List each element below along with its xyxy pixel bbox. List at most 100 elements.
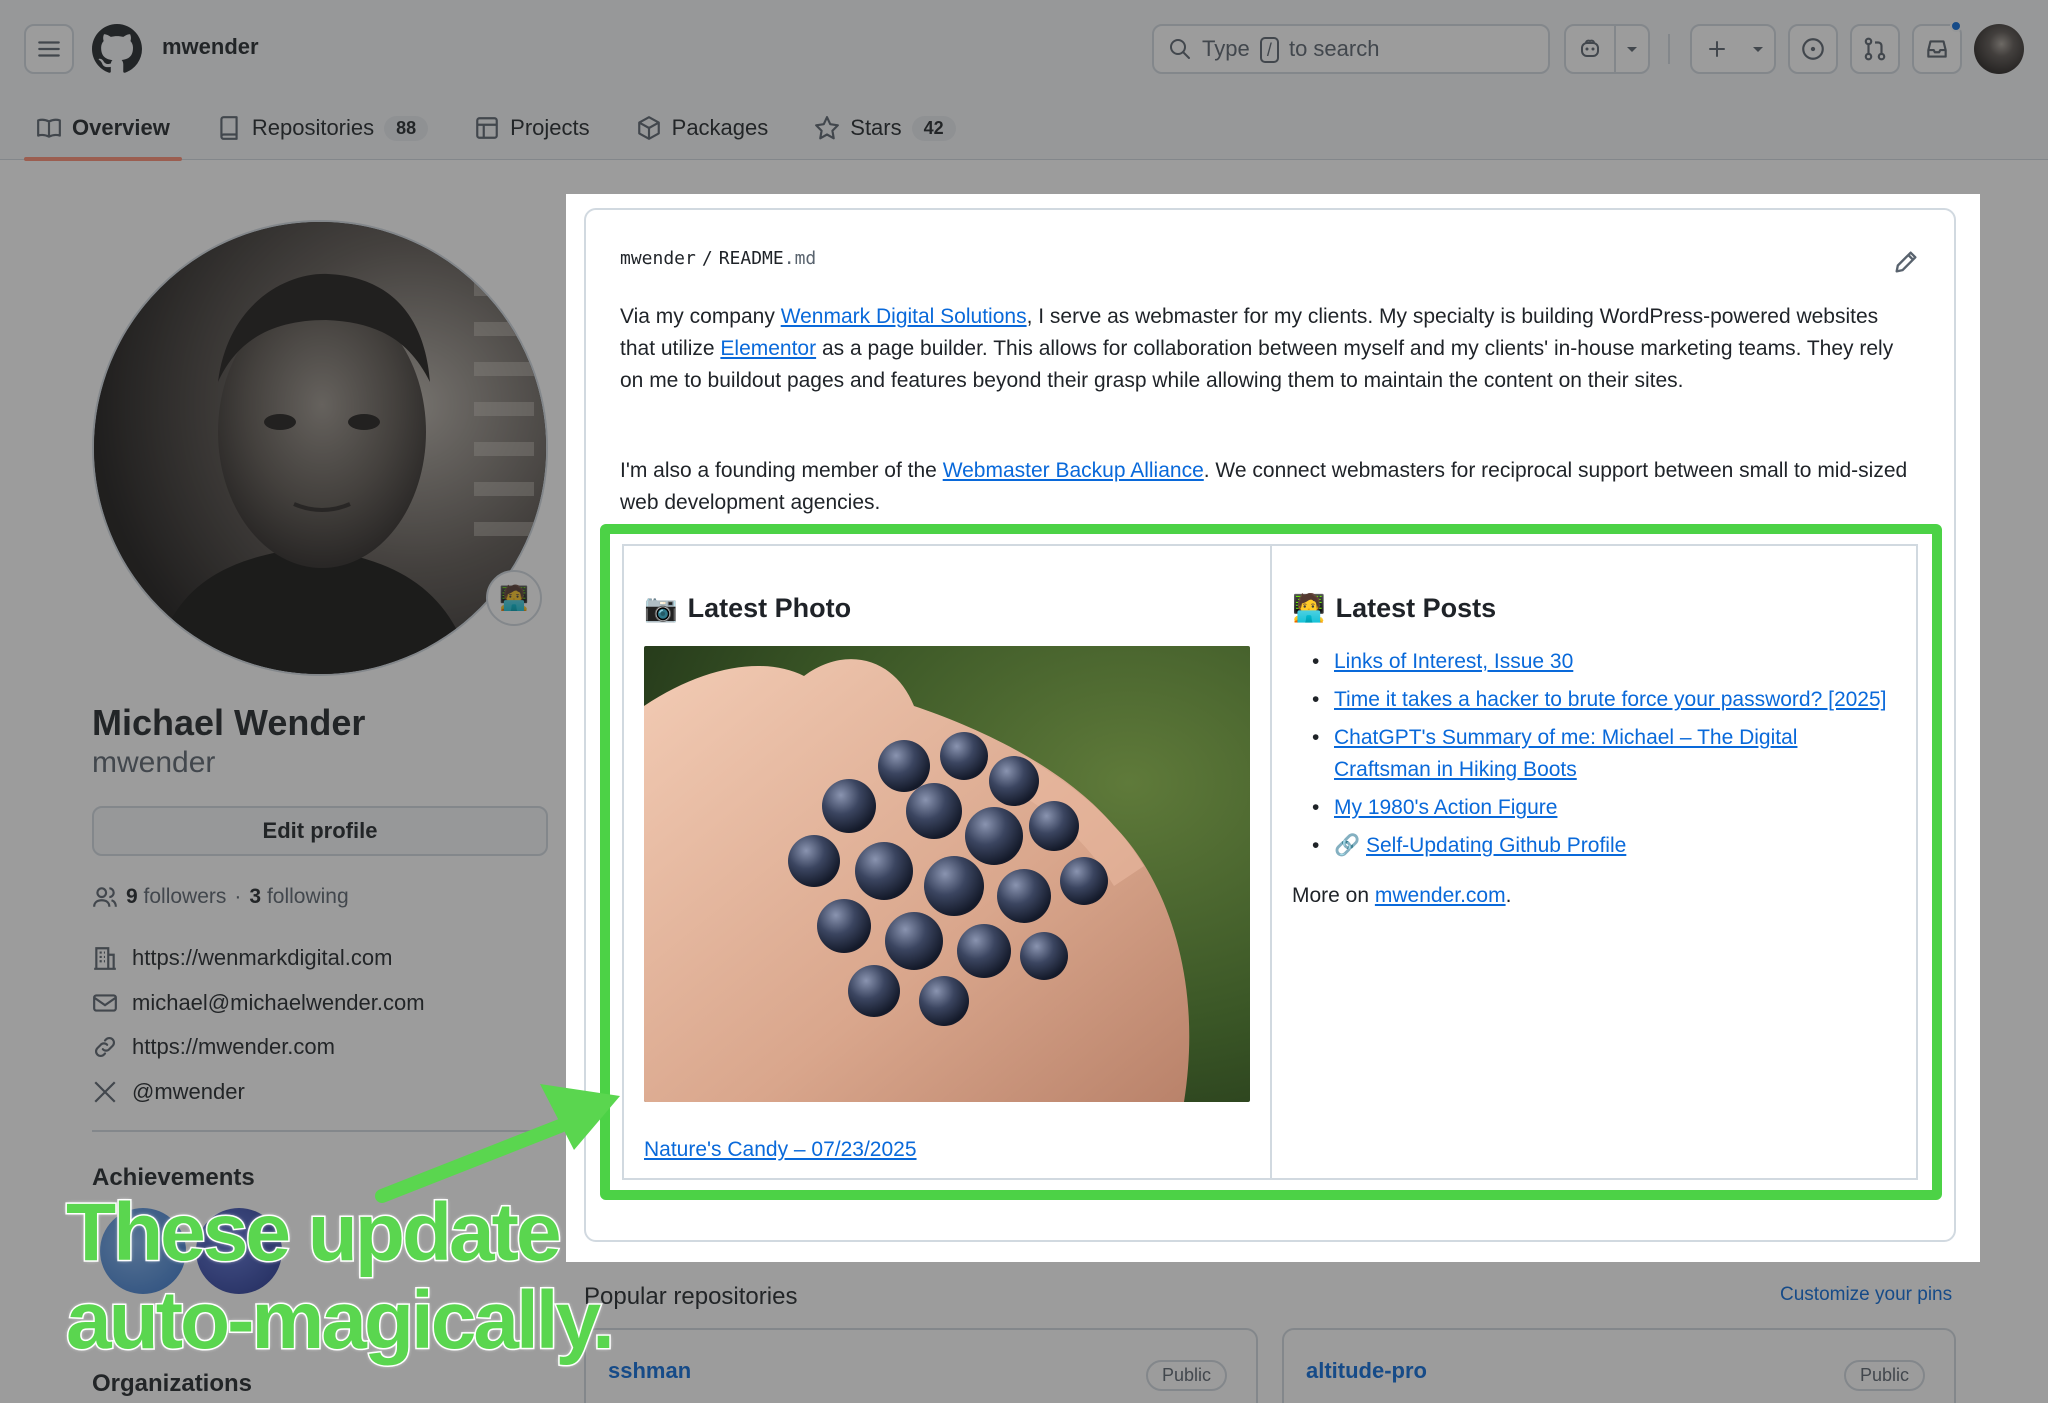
repo-name[interactable]: sshman xyxy=(608,1358,691,1384)
repo-card: altitude-pro Public xyxy=(1282,1328,1956,1403)
people-icon xyxy=(93,887,117,907)
repo-visibility-badge: Public xyxy=(1146,1360,1228,1391)
profile-avatar[interactable] xyxy=(92,220,548,676)
status-emoji: 🧑‍💻 xyxy=(499,584,529,612)
following-label: following xyxy=(266,885,349,908)
post-link[interactable]: Links of Interest, Issue 30 xyxy=(1334,650,1573,673)
post-link[interactable]: ChatGPT's Summary of me: Michael – The D… xyxy=(1334,726,1797,781)
readme-filename[interactable]: README xyxy=(719,248,784,269)
list-item: Time it takes a hacker to brute force yo… xyxy=(1292,684,1896,716)
list-item: 🔗 Self-Updating Github Profile xyxy=(1292,830,1896,862)
profile-tabs: Overview Repositories 88 Projects Packag… xyxy=(24,96,990,161)
readme-paragraph-1: Via my company Wenmark Digital Solutions… xyxy=(620,301,1910,397)
more-on-line: More on mwender.com. xyxy=(1292,884,1896,908)
latest-photo-cell: 📷 Latest Photo Nature's Candy – 07/23/20… xyxy=(622,544,1272,1180)
search-input[interactable]: Type / to search xyxy=(1152,24,1550,74)
create-new-button[interactable] xyxy=(1690,24,1776,74)
pencil-icon[interactable] xyxy=(1892,248,1920,276)
header-username[interactable]: mwender xyxy=(162,34,259,60)
follow-stats: 9 followers · 3 following xyxy=(92,884,349,910)
follow-separator: · xyxy=(234,885,242,908)
copilot-dropdown[interactable] xyxy=(1616,26,1648,72)
camera-icon: 📷 xyxy=(644,593,678,623)
tab-projects[interactable]: Projects xyxy=(462,96,601,160)
pull-requests-button[interactable] xyxy=(1850,24,1900,74)
mail-icon xyxy=(93,994,117,1012)
latest-photo-image[interactable] xyxy=(644,646,1250,1102)
profile-link[interactable]: https://mwender.com xyxy=(132,1034,335,1060)
link-icon xyxy=(95,1037,115,1057)
latest-photo-heading: 📷 Latest Photo xyxy=(644,592,1250,624)
table-icon xyxy=(476,117,498,139)
set-status-button[interactable]: 🧑‍💻 xyxy=(486,570,542,626)
customize-pins-link[interactable]: Customize your pins xyxy=(1780,1284,1952,1306)
wenmark-link[interactable]: Wenmark Digital Solutions xyxy=(781,305,1027,328)
chevron-down-icon xyxy=(1627,47,1637,52)
copilot-icon xyxy=(1581,39,1599,57)
post-link[interactable]: My 1980's Action Figure xyxy=(1334,796,1557,819)
elementor-link[interactable]: Elementor xyxy=(720,337,816,360)
post-link[interactable]: Time it takes a hacker to brute force yo… xyxy=(1334,688,1887,711)
repo-name[interactable]: altitude-pro xyxy=(1306,1358,1427,1384)
vcard-email: michael@michaelwender.com xyxy=(92,990,425,1016)
following-count: 3 xyxy=(249,885,262,908)
tab-packages[interactable]: Packages xyxy=(624,96,781,160)
readme-path: mwender / README.md xyxy=(620,248,816,269)
menu-button[interactable] xyxy=(24,24,74,74)
building-icon xyxy=(94,947,116,970)
issues-button[interactable] xyxy=(1788,24,1838,74)
following-link[interactable]: 3 following xyxy=(249,885,348,909)
annotation-line-1: These update xyxy=(65,1186,564,1280)
latest-photo-title: Latest Photo xyxy=(687,592,852,623)
organizations-heading: Organizations xyxy=(92,1370,253,1397)
user-avatar-menu[interactable] xyxy=(1974,24,2024,74)
latest-posts-title: Latest Posts xyxy=(1335,592,1497,623)
profile-fullname: Michael Wender xyxy=(92,702,366,743)
technologist-icon: 🧑‍💻 xyxy=(1292,593,1326,623)
repo-visibility-badge: Public xyxy=(1844,1360,1926,1391)
plus-icon xyxy=(1709,41,1725,57)
header-divider xyxy=(1668,34,1670,64)
company-website[interactable]: https://wenmarkdigital.com xyxy=(132,945,392,971)
package-icon xyxy=(637,116,660,140)
blog-link[interactable]: mwender.com xyxy=(1375,884,1506,907)
inbox-icon xyxy=(1927,40,1947,58)
x-logo-icon xyxy=(94,1081,116,1103)
readme-owner[interactable]: mwender xyxy=(620,248,696,269)
profile-social[interactable]: @mwender xyxy=(132,1079,245,1105)
tab-packages-label: Packages xyxy=(671,115,769,140)
blueberries-photo xyxy=(644,646,1250,1102)
tab-repositories[interactable]: Repositories 88 xyxy=(204,96,440,160)
vcard-social: @mwender xyxy=(92,1079,245,1105)
list-item: ChatGPT's Summary of me: Michael – The D… xyxy=(1292,722,1896,786)
sidebar-divider xyxy=(92,1130,548,1132)
tab-overview[interactable]: Overview xyxy=(24,96,182,161)
followers-link[interactable]: 9 followers xyxy=(126,885,226,909)
vcard-website: https://wenmarkdigital.com xyxy=(92,945,392,971)
post-link[interactable]: Self-Updating Github Profile xyxy=(1366,834,1626,857)
path-separator: / xyxy=(701,248,713,269)
hamburger-icon xyxy=(38,41,60,57)
notification-dot xyxy=(1950,20,1962,32)
photo-caption-link[interactable]: Nature's Candy – 07/23/2025 xyxy=(644,1138,917,1161)
profile-photo xyxy=(94,222,546,674)
stars-count: 42 xyxy=(911,115,956,141)
backup-alliance-link[interactable]: Webmaster Backup Alliance xyxy=(943,459,1204,482)
search-icon xyxy=(1170,39,1190,59)
profile-email[interactable]: michael@michaelwender.com xyxy=(132,990,425,1016)
annotation-line-2: auto-magically. xyxy=(65,1274,617,1368)
p1-text-a: Via my company xyxy=(620,305,781,328)
latest-posts-heading: 🧑‍💻 Latest Posts xyxy=(1292,592,1896,624)
more-suffix: . xyxy=(1505,884,1512,907)
github-logo-icon[interactable] xyxy=(92,24,142,74)
tab-stars[interactable]: Stars 42 xyxy=(802,96,967,160)
tab-projects-label: Projects xyxy=(510,115,590,140)
list-item: My 1980's Action Figure xyxy=(1292,792,1896,824)
repositories-count: 88 xyxy=(384,115,429,141)
copilot-button[interactable] xyxy=(1564,24,1650,74)
readme-paragraph-2: I'm also a founding member of the Webmas… xyxy=(620,455,1910,519)
edit-profile-button[interactable]: Edit profile xyxy=(92,806,548,856)
tab-repositories-label: Repositories xyxy=(251,115,375,140)
readme-table: 📷 Latest Photo Nature's Candy – 07/23/20… xyxy=(622,544,1918,1180)
tab-overview-label: Overview xyxy=(72,115,170,140)
